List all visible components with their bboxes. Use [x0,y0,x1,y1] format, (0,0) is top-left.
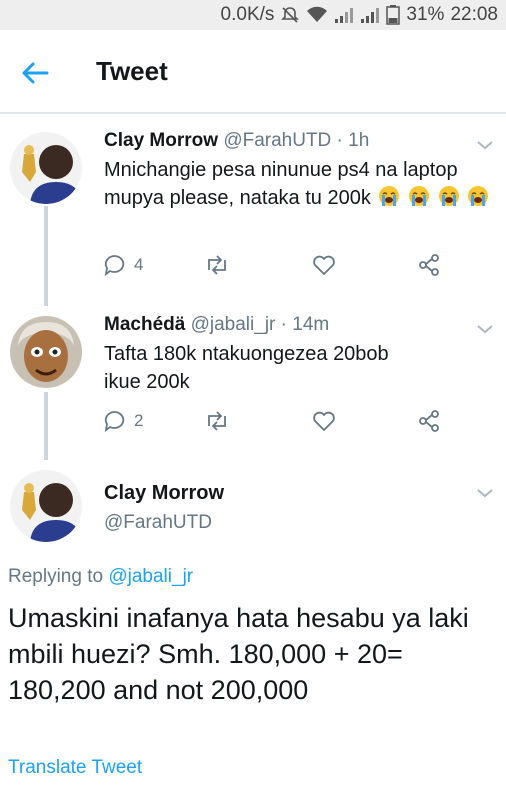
handle-time: @jabali_jr · 14m [190,314,330,335]
battery-percent: 31% [406,4,445,25]
thread-line [44,206,48,306]
wifi-icon [306,6,328,24]
tweet-header: Machédä @jabali_jr · 14m [104,314,329,336]
reply-button[interactable]: 2 [104,410,143,432]
crying-face-icon [408,185,430,207]
heart-icon [313,411,335,431]
status-bar: 0.0K/s 31% 22:08 [0,0,506,30]
avatar[interactable] [10,316,82,388]
reply-button[interactable]: 4 [104,254,143,276]
share-icon [419,410,439,432]
main-tweet-text: Umaskini inafanya hata hesabu ya laki mb… [8,603,469,705]
display-name[interactable]: Clay Morrow [104,130,218,151]
tweet-actions: 2 [104,410,496,438]
reply-count: 4 [134,255,144,274]
share-button[interactable] [418,410,440,432]
like-button[interactable] [312,254,336,276]
clock: 22:08 [450,4,498,25]
avatar[interactable] [10,470,82,542]
tweet-header: Clay Morrow @FarahUTD · 1h [104,130,369,152]
mute-icon [280,5,300,25]
network-speed: 0.0K/s [220,4,275,25]
like-button[interactable] [312,410,336,432]
reply-icon [104,255,125,276]
heart-icon [313,255,335,275]
tweet-text: Tafta 180k ntakuongezea 20bob ikue 200k [104,340,404,396]
avatar[interactable] [10,132,82,204]
crying-face-icon [467,185,489,207]
signal-icon [360,6,380,24]
reply-icon [104,411,125,432]
crying-face-icon [378,185,400,207]
reply-count: 2 [134,411,144,430]
translate-tweet-link[interactable]: Translate Tweet [8,757,142,779]
retweet-button[interactable] [204,254,230,276]
tweet-text: Mnichangie pesa ninunue ps4 na laptop mu… [104,156,496,212]
retweet-icon [208,411,226,431]
tweet-body: Tafta 180k ntakuongezea 20bob ikue 200k [104,343,389,393]
replying-label: Replying to [8,566,109,587]
chevron-down-icon[interactable] [476,138,494,150]
replying-to: Replying to @jabali_jr [8,566,193,588]
tweet-body: Mnichangie pesa ninunue ps4 na laptop mu… [104,159,458,209]
handle-time: @FarahUTD · 1h [223,130,370,151]
chevron-down-icon[interactable] [476,322,494,334]
handle[interactable]: @FarahUTD [104,512,212,534]
display-name[interactable]: Clay Morrow [104,482,224,505]
app-bar: Tweet [0,30,506,114]
chevron-down-icon[interactable] [476,486,494,498]
battery-icon [386,5,401,25]
share-icon [419,254,439,276]
signal-icon [334,6,354,24]
retweet-icon [208,255,226,275]
replying-handle-link[interactable]: @jabali_jr [108,566,193,587]
back-arrow-icon[interactable] [18,56,52,90]
share-button[interactable] [418,254,440,276]
thread-line [44,392,48,460]
retweet-button[interactable] [204,410,230,432]
display-name[interactable]: Machédä [104,314,185,335]
tweet-actions: 4 [104,254,496,282]
page-title: Tweet [96,56,168,86]
crying-face-icon [438,185,460,207]
